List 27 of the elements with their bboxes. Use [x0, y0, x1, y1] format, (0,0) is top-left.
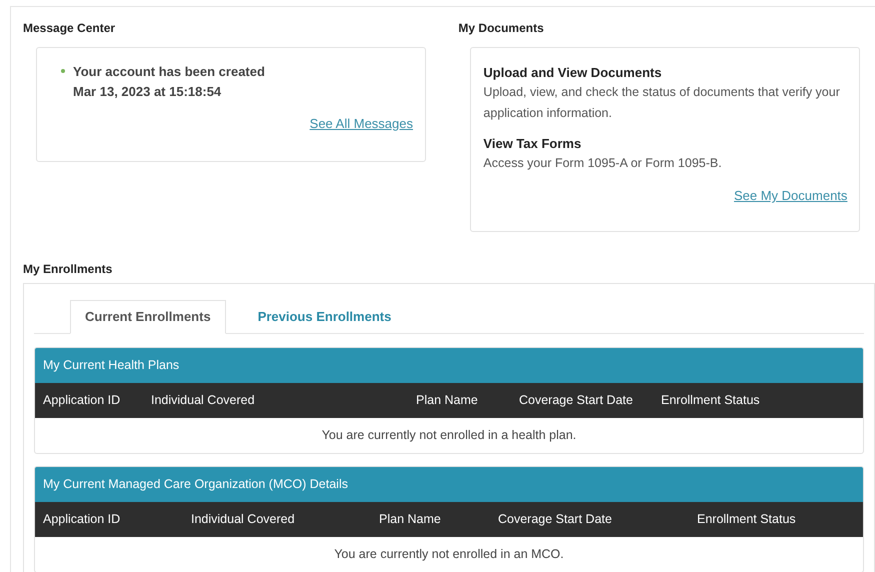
column-header: Plan Name — [415, 392, 479, 410]
column-header: Plan Name — [379, 511, 442, 528]
empty-message: You are currently not enrolled in an MCO. — [334, 546, 564, 564]
document-heading: Upload and View Documents — [483, 64, 663, 82]
table-title: My Current Managed Care Organization (MCO) Details — [35, 467, 863, 502]
message-date: Mar 13, 2023 at 15:18:54 — [73, 83, 222, 101]
section-title: My Documents — [458, 20, 545, 36]
section-title: Message Center — [23, 20, 116, 36]
document-heading: View Tax Forms — [483, 135, 582, 153]
tab[interactable]: Previous Enrollments — [226, 300, 424, 334]
column-header: Enrollment Status — [697, 511, 797, 528]
see-all-messages-link[interactable]: See All Messages — [310, 114, 413, 134]
see-my-documents-link[interactable]: See My Documents — [734, 186, 848, 206]
empty-message: You are currently not enrolled in a health plan. — [322, 427, 576, 444]
column-header: Coverage Start Date — [498, 511, 613, 528]
tab[interactable]: Current Enrollments — [70, 300, 226, 334]
table-title: My Current Health Plans — [35, 348, 863, 383]
column-header: Coverage Start Date — [519, 392, 634, 410]
section-title: My Enrollments — [23, 261, 114, 277]
message-text: Your account has been created — [73, 63, 265, 81]
column-header: Individual Covered — [151, 392, 256, 410]
column-header: Individual Covered — [191, 511, 296, 528]
document-description: Access your Form 1095-A or Form 1095-B. — [483, 155, 723, 172]
column-header: Enrollment Status — [661, 392, 761, 410]
column-header: Application ID — [43, 392, 122, 410]
document-description: Upload, view, and check the status of documents that verify your application information. — [483, 84, 841, 122]
column-header: Application ID — [43, 511, 122, 528]
